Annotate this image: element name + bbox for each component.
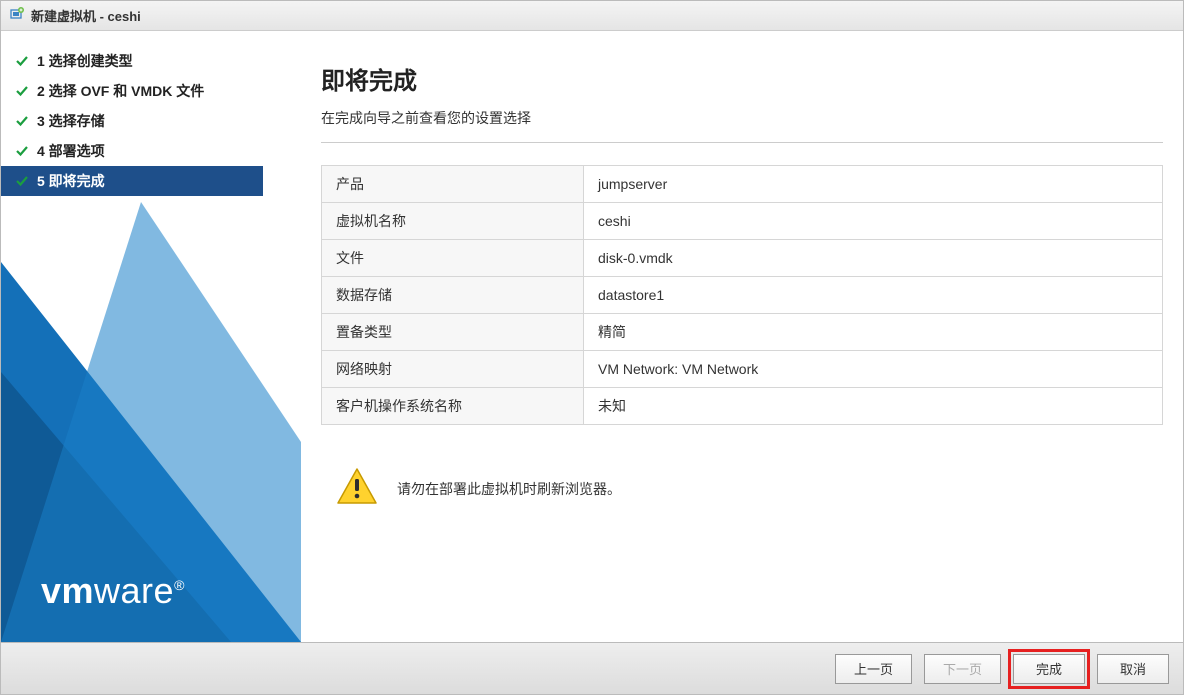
vmware-logo: vmware® [41,570,185,612]
finish-button[interactable]: 完成 [1013,654,1085,684]
summary-value: ceshi [584,203,1163,240]
summary-value: jumpserver [584,166,1163,203]
summary-key: 数据存储 [322,277,584,314]
dialog-body: 1 选择创建类型 2 选择 OVF 和 VMDK 文件 3 选择存储 4 部署选… [1,31,1183,642]
summary-key: 产品 [322,166,584,203]
step-3[interactable]: 3 选择存储 [1,106,301,136]
summary-key: 客户机操作系统名称 [322,388,584,425]
check-icon [15,84,29,98]
divider [321,142,1163,143]
page-heading: 即将完成 [321,61,1163,96]
summary-key: 置备类型 [322,314,584,351]
summary-value: 未知 [584,388,1163,425]
summary-value: disk-0.vmdk [584,240,1163,277]
wizard-dialog: 新建虚拟机 - ceshi 1 选择创建类型 2 选择 OVF 和 VMDK 文… [0,0,1184,695]
page-subtitle: 在完成向导之前查看您的设置选择 [321,108,1163,128]
step-5[interactable]: 5 即将完成 [1,166,263,196]
summary-value: datastore1 [584,277,1163,314]
table-row: 产品 jumpserver [322,166,1163,203]
step-label: 5 即将完成 [37,171,105,191]
warning-box: 请勿在部署此虚拟机时刷新浏览器。 [321,455,1163,522]
table-row: 网络映射 VM Network: VM Network [322,351,1163,388]
vm-icon [9,6,25,25]
check-icon [15,54,29,68]
summary-key: 文件 [322,240,584,277]
dialog-footer: 上一页 下一页 完成 取消 [1,642,1183,694]
warning-text: 请勿在部署此虚拟机时刷新浏览器。 [397,479,621,499]
table-row: 置备类型 精简 [322,314,1163,351]
wizard-sidebar: 1 选择创建类型 2 选择 OVF 和 VMDK 文件 3 选择存储 4 部署选… [1,31,301,642]
titlebar: 新建虚拟机 - ceshi [1,1,1183,31]
warning-icon [335,465,379,512]
step-label: 1 选择创建类型 [37,51,133,71]
step-1[interactable]: 1 选择创建类型 [1,46,301,76]
step-2[interactable]: 2 选择 OVF 和 VMDK 文件 [1,76,301,106]
table-row: 客户机操作系统名称 未知 [322,388,1163,425]
step-label: 4 部署选项 [37,141,105,161]
check-icon [15,174,29,188]
step-label: 2 选择 OVF 和 VMDK 文件 [37,81,204,101]
window-title: 新建虚拟机 - ceshi [31,6,141,25]
step-label: 3 选择存储 [37,111,105,131]
cancel-button[interactable]: 取消 [1097,654,1169,684]
summary-value: 精简 [584,314,1163,351]
main-content: 即将完成 在完成向导之前查看您的设置选择 产品 jumpserver 虚拟机名称… [301,31,1183,642]
summary-table: 产品 jumpserver 虚拟机名称 ceshi 文件 disk-0.vmdk… [321,165,1163,425]
summary-key: 网络映射 [322,351,584,388]
table-row: 数据存储 datastore1 [322,277,1163,314]
check-icon [15,114,29,128]
step-4[interactable]: 4 部署选项 [1,136,301,166]
summary-value: VM Network: VM Network [584,351,1163,388]
check-icon [15,144,29,158]
back-button[interactable]: 上一页 [835,654,912,684]
table-row: 虚拟机名称 ceshi [322,203,1163,240]
table-row: 文件 disk-0.vmdk [322,240,1163,277]
next-button: 下一页 [924,654,1001,684]
summary-key: 虚拟机名称 [322,203,584,240]
